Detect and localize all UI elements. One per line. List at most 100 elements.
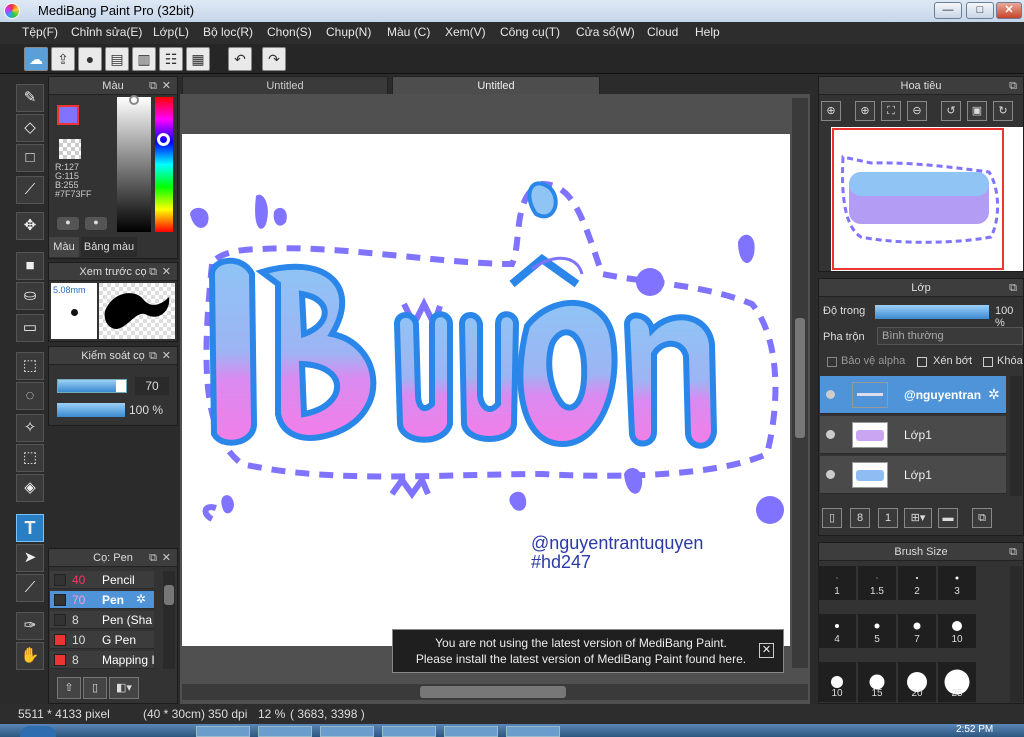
- brush-settings-icon[interactable]: ◧▾: [109, 677, 139, 699]
- new-1bit-layer-icon[interactable]: 1: [878, 508, 898, 528]
- menu-filter[interactable]: Bộ lọc(R): [203, 25, 253, 39]
- menu-file[interactable]: Tệp(F): [22, 25, 58, 39]
- bucket-tool-icon[interactable]: ⛀: [16, 282, 44, 310]
- taskbar-app-icon[interactable]: [258, 726, 312, 737]
- brush-size-cell[interactable]: 4: [818, 614, 856, 648]
- lasso-tool-icon[interactable]: ◌: [16, 382, 44, 410]
- taskbar-app-icon[interactable]: [320, 726, 374, 737]
- brush-size-cell[interactable]: 20: [898, 662, 936, 702]
- brush-size-cell[interactable]: 2: [898, 566, 936, 600]
- protect-alpha-checkbox[interactable]: [827, 357, 837, 367]
- undo-button[interactable]: ↶: [228, 47, 252, 71]
- eye-icon[interactable]: [826, 470, 835, 479]
- undock-icon[interactable]: ⧉: [149, 263, 157, 281]
- select-pen-icon[interactable]: ⬚: [16, 444, 44, 472]
- rotate-left-icon[interactable]: ↺: [941, 101, 961, 121]
- operation-tool-icon[interactable]: ➤: [16, 544, 44, 572]
- list-item[interactable]: 40 Pencil: [50, 571, 154, 589]
- menu-capture[interactable]: Chụp(N): [326, 25, 371, 39]
- list-icon[interactable]: ☷: [159, 47, 183, 71]
- menu-cloud[interactable]: Cloud: [647, 25, 678, 39]
- cloud-icon[interactable]: ☁: [24, 47, 48, 71]
- opacity-slider[interactable]: [57, 403, 125, 417]
- list-item[interactable]: 8 Pen (Sha: [50, 611, 154, 629]
- clipping-checkbox[interactable]: [917, 357, 927, 367]
- undock-icon[interactable]: ⧉: [149, 77, 157, 95]
- rectangle-tool-icon[interactable]: □: [16, 144, 44, 172]
- eye-icon[interactable]: [826, 430, 835, 439]
- layer-row[interactable]: @nguyentran ✲: [820, 376, 1006, 414]
- new-brush-icon[interactable]: ▯: [83, 677, 107, 699]
- palette-add-icon[interactable]: ●: [57, 217, 79, 230]
- list-item[interactable]: 10 G Pen: [50, 631, 154, 649]
- undock-icon[interactable]: ⧉: [149, 549, 157, 567]
- close-button[interactable]: ✕: [996, 2, 1022, 19]
- transparent-swatch[interactable]: [59, 139, 81, 159]
- menu-select[interactable]: Chọn(S): [267, 25, 312, 39]
- menu-layer[interactable]: Lớp(L): [153, 25, 189, 39]
- list-item[interactable]: 70 Pen ✲: [50, 591, 154, 609]
- horizontal-scrollbar[interactable]: [182, 684, 808, 700]
- palette-remove-icon[interactable]: ●: [85, 217, 107, 230]
- taskbar-app-icon[interactable]: [196, 726, 250, 737]
- select-eraser-icon[interactable]: ◈: [16, 474, 44, 502]
- start-button-icon[interactable]: [20, 726, 56, 737]
- tab-color[interactable]: Màu: [49, 237, 79, 257]
- blend-mode-select[interactable]: Bình thường: [877, 327, 1023, 345]
- redo-button[interactable]: ↷: [262, 47, 286, 71]
- maximize-button[interactable]: □: [966, 2, 994, 19]
- select-tool-icon[interactable]: ⬚: [16, 352, 44, 380]
- minimize-button[interactable]: —: [934, 2, 962, 19]
- magic-wand-icon[interactable]: ✧: [16, 414, 44, 442]
- gear-icon[interactable]: ✲: [136, 592, 146, 606]
- primary-color-swatch[interactable]: [57, 105, 79, 125]
- folder-icon[interactable]: ▬: [938, 508, 958, 528]
- move-tool-icon[interactable]: ✥: [16, 212, 44, 240]
- new-layer-icon[interactable]: ▯: [822, 508, 842, 528]
- undock-icon[interactable]: ⧉: [1009, 77, 1017, 95]
- duplicate-layer-icon[interactable]: ⧉: [972, 508, 992, 528]
- eye-icon[interactable]: [826, 390, 835, 399]
- vertical-scrollbar[interactable]: [792, 98, 808, 668]
- brush-size-cell[interactable]: 10: [938, 614, 976, 648]
- fit-screen-icon[interactable]: ⛶: [881, 101, 901, 121]
- notice-close-button[interactable]: ✕: [759, 643, 774, 658]
- actual-size-icon[interactable]: ▣: [967, 101, 987, 121]
- hue-slider[interactable]: [155, 97, 173, 232]
- hand-tool-icon[interactable]: ✋: [16, 642, 44, 670]
- brush-size-cell[interactable]: 15: [858, 662, 896, 702]
- eraser-tool-icon[interactable]: ◇: [16, 114, 44, 142]
- layer-opacity-slider[interactable]: [875, 305, 989, 319]
- brush-size-cell[interactable]: 7: [898, 614, 936, 648]
- menu-color[interactable]: Màu (C): [387, 25, 430, 39]
- brush-cloud-icon[interactable]: ⇧: [57, 677, 81, 699]
- close-panel-icon[interactable]: ✕: [162, 549, 171, 567]
- tab-document-2[interactable]: Untitled: [392, 76, 600, 95]
- chat-icon[interactable]: ▤: [105, 47, 129, 71]
- size-value[interactable]: 70: [135, 377, 169, 395]
- undock-icon[interactable]: ⧉: [1009, 279, 1017, 297]
- close-panel-icon[interactable]: ✕: [162, 77, 171, 95]
- brush-list-scrollbar[interactable]: [163, 571, 175, 669]
- lock-checkbox[interactable]: [983, 357, 993, 367]
- fill-rect-tool-icon[interactable]: ■: [16, 252, 44, 280]
- comment-icon[interactable]: ●: [78, 47, 102, 71]
- zoom-in-icon[interactable]: ⊕: [855, 101, 875, 121]
- share-icon[interactable]: ⇪: [51, 47, 75, 71]
- new-raster-layer-icon[interactable]: 8: [850, 508, 870, 528]
- line-tool-icon[interactable]: ⟋: [16, 176, 44, 204]
- close-panel-icon[interactable]: ✕: [162, 263, 171, 281]
- eyedropper-icon[interactable]: ✑: [16, 612, 44, 640]
- undock-icon[interactable]: ⧉: [1009, 543, 1017, 561]
- list-item[interactable]: 8 Mapping I: [50, 651, 155, 669]
- brush-size-cell[interactable]: 25: [938, 662, 976, 702]
- divide-tool-icon[interactable]: ⟋: [16, 574, 44, 602]
- update-notice[interactable]: You are not using the latest version of …: [392, 629, 784, 673]
- grid-icon[interactable]: ▦: [186, 47, 210, 71]
- gear-icon[interactable]: ✲: [988, 386, 1000, 403]
- brush-size-scrollbar[interactable]: [1010, 566, 1022, 702]
- navigator-thumbnail[interactable]: [831, 127, 1023, 271]
- zoom-in-icon[interactable]: ⊕: [821, 101, 841, 121]
- zoom-out-icon[interactable]: ⊖: [907, 101, 927, 121]
- tab-document-1[interactable]: Untitled: [182, 76, 388, 95]
